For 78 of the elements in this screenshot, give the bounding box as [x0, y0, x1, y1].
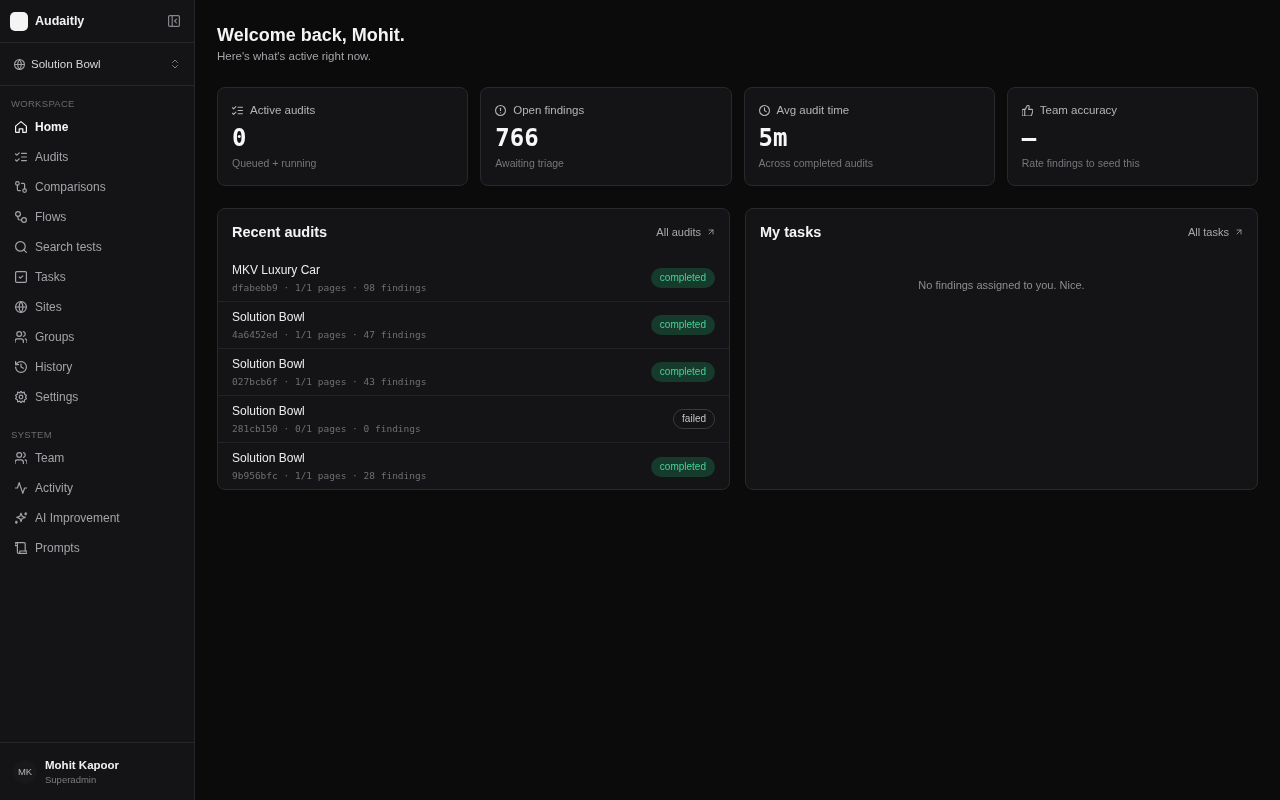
arrow-up-right-icon — [707, 228, 715, 236]
nav-item[interactable]: Sites — [6, 292, 188, 322]
all-tasks-link[interactable]: All tasks — [1188, 226, 1243, 238]
globe-icon — [14, 58, 25, 70]
users-icon — [15, 452, 27, 464]
arrow-up-right-icon — [1235, 228, 1243, 236]
stat-value: — — [1021, 124, 1038, 152]
chevron-up-down-icon — [170, 59, 180, 69]
audit-name: Solution Bowl — [232, 451, 306, 466]
user-role: Superadmin — [45, 773, 98, 785]
audit-name: Solution Bowl — [232, 356, 306, 372]
status-badge: completed — [650, 362, 715, 382]
stat-label: Active audits — [250, 103, 316, 117]
nav-item[interactable]: Audits — [6, 142, 188, 172]
sidebar-toggle-icon[interactable] — [168, 15, 180, 27]
audit-meta: 4a6452ed · 1/1 pages · 47 findings — [232, 328, 427, 341]
stat-value: 0 — [232, 124, 248, 152]
search-icon — [15, 241, 27, 253]
stat-label: Avg audit time — [776, 103, 850, 117]
nav-item[interactable]: Tasks — [6, 262, 188, 292]
activity-icon — [15, 482, 27, 494]
panel-title: My tasks — [760, 224, 822, 240]
status-badge: completed — [650, 315, 715, 335]
checklist-icon — [232, 104, 243, 116]
status-badge: completed — [650, 268, 715, 288]
nav-item[interactable]: Activity — [6, 473, 188, 503]
nav-item[interactable]: Prompts — [6, 533, 188, 563]
all-audits-link[interactable]: All audits — [656, 226, 715, 238]
section-label: WORKSPACE — [10, 97, 76, 111]
page-title: Welcome back, Mohit. — [217, 24, 406, 46]
stat-label: Team accuracy — [1039, 103, 1118, 117]
stat-caption: Awaiting triage — [495, 157, 565, 170]
audit-name: MKV Luxury Car — [232, 262, 322, 278]
nav-item[interactable]: Groups — [6, 322, 188, 352]
app-name: Audaitly — [35, 14, 85, 28]
history-icon — [15, 361, 27, 373]
home-icon — [15, 121, 27, 133]
nav-item[interactable]: Home — [6, 112, 188, 142]
checkbox-icon — [15, 271, 27, 283]
user-name: Mohit Kapoor — [45, 758, 120, 771]
logo-icon — [10, 11, 28, 31]
nav-item[interactable]: Team — [6, 443, 188, 473]
stat-caption: Rate findings to seed this — [1021, 157, 1141, 170]
nav-item[interactable]: Settings — [6, 382, 188, 412]
audit-meta: dfabebb9 · 1/1 pages · 98 findings — [232, 281, 427, 294]
panel-title: Recent audits — [232, 224, 328, 240]
audit-name: Solution Bowl — [232, 309, 306, 325]
nav-item[interactable]: History — [6, 352, 188, 382]
thumbs-up-icon — [1021, 104, 1033, 116]
stat-caption: Across completed audits — [758, 157, 874, 170]
nav-item[interactable]: Comparisons — [6, 172, 188, 202]
user-avatar: MK — [13, 759, 37, 784]
audit-name: Solution Bowl — [232, 403, 306, 419]
stat-caption: Queued + running — [232, 157, 318, 170]
scroll-icon — [15, 542, 27, 554]
nav-item[interactable]: AI Improvement — [6, 503, 188, 533]
settings-icon — [15, 391, 27, 403]
stat-value: 5m — [758, 124, 789, 152]
flow-icon — [15, 211, 27, 223]
page-subtitle: Here's what's active right now. — [217, 49, 372, 63]
nav-item[interactable]: Search tests — [6, 232, 188, 262]
checklist-icon — [15, 151, 27, 163]
users-icon — [15, 331, 27, 343]
alert-circle-icon — [495, 104, 507, 116]
nav-item[interactable]: Flows — [6, 202, 188, 232]
audit-meta: 027bcb6f · 1/1 pages · 43 findings — [232, 375, 427, 388]
sparkle-icon — [15, 512, 27, 524]
stat-label: Open findings — [513, 103, 585, 117]
stat-value: 766 — [495, 124, 540, 152]
section-label: SYSTEM — [10, 428, 53, 442]
empty-state-text: No findings assigned to you. Nice. — [917, 278, 1086, 292]
compare-icon — [15, 181, 27, 193]
workspace-switcher[interactable]: Solution Bowl — [6, 48, 188, 80]
globe-icon — [15, 301, 27, 313]
clock-icon — [758, 104, 770, 116]
audit-meta: 281cb150 · 0/1 pages · 0 findings — [232, 422, 421, 435]
audit-meta: 9b956bfc · 1/1 pages · 28 findings — [232, 470, 427, 482]
status-badge: completed — [650, 456, 715, 477]
